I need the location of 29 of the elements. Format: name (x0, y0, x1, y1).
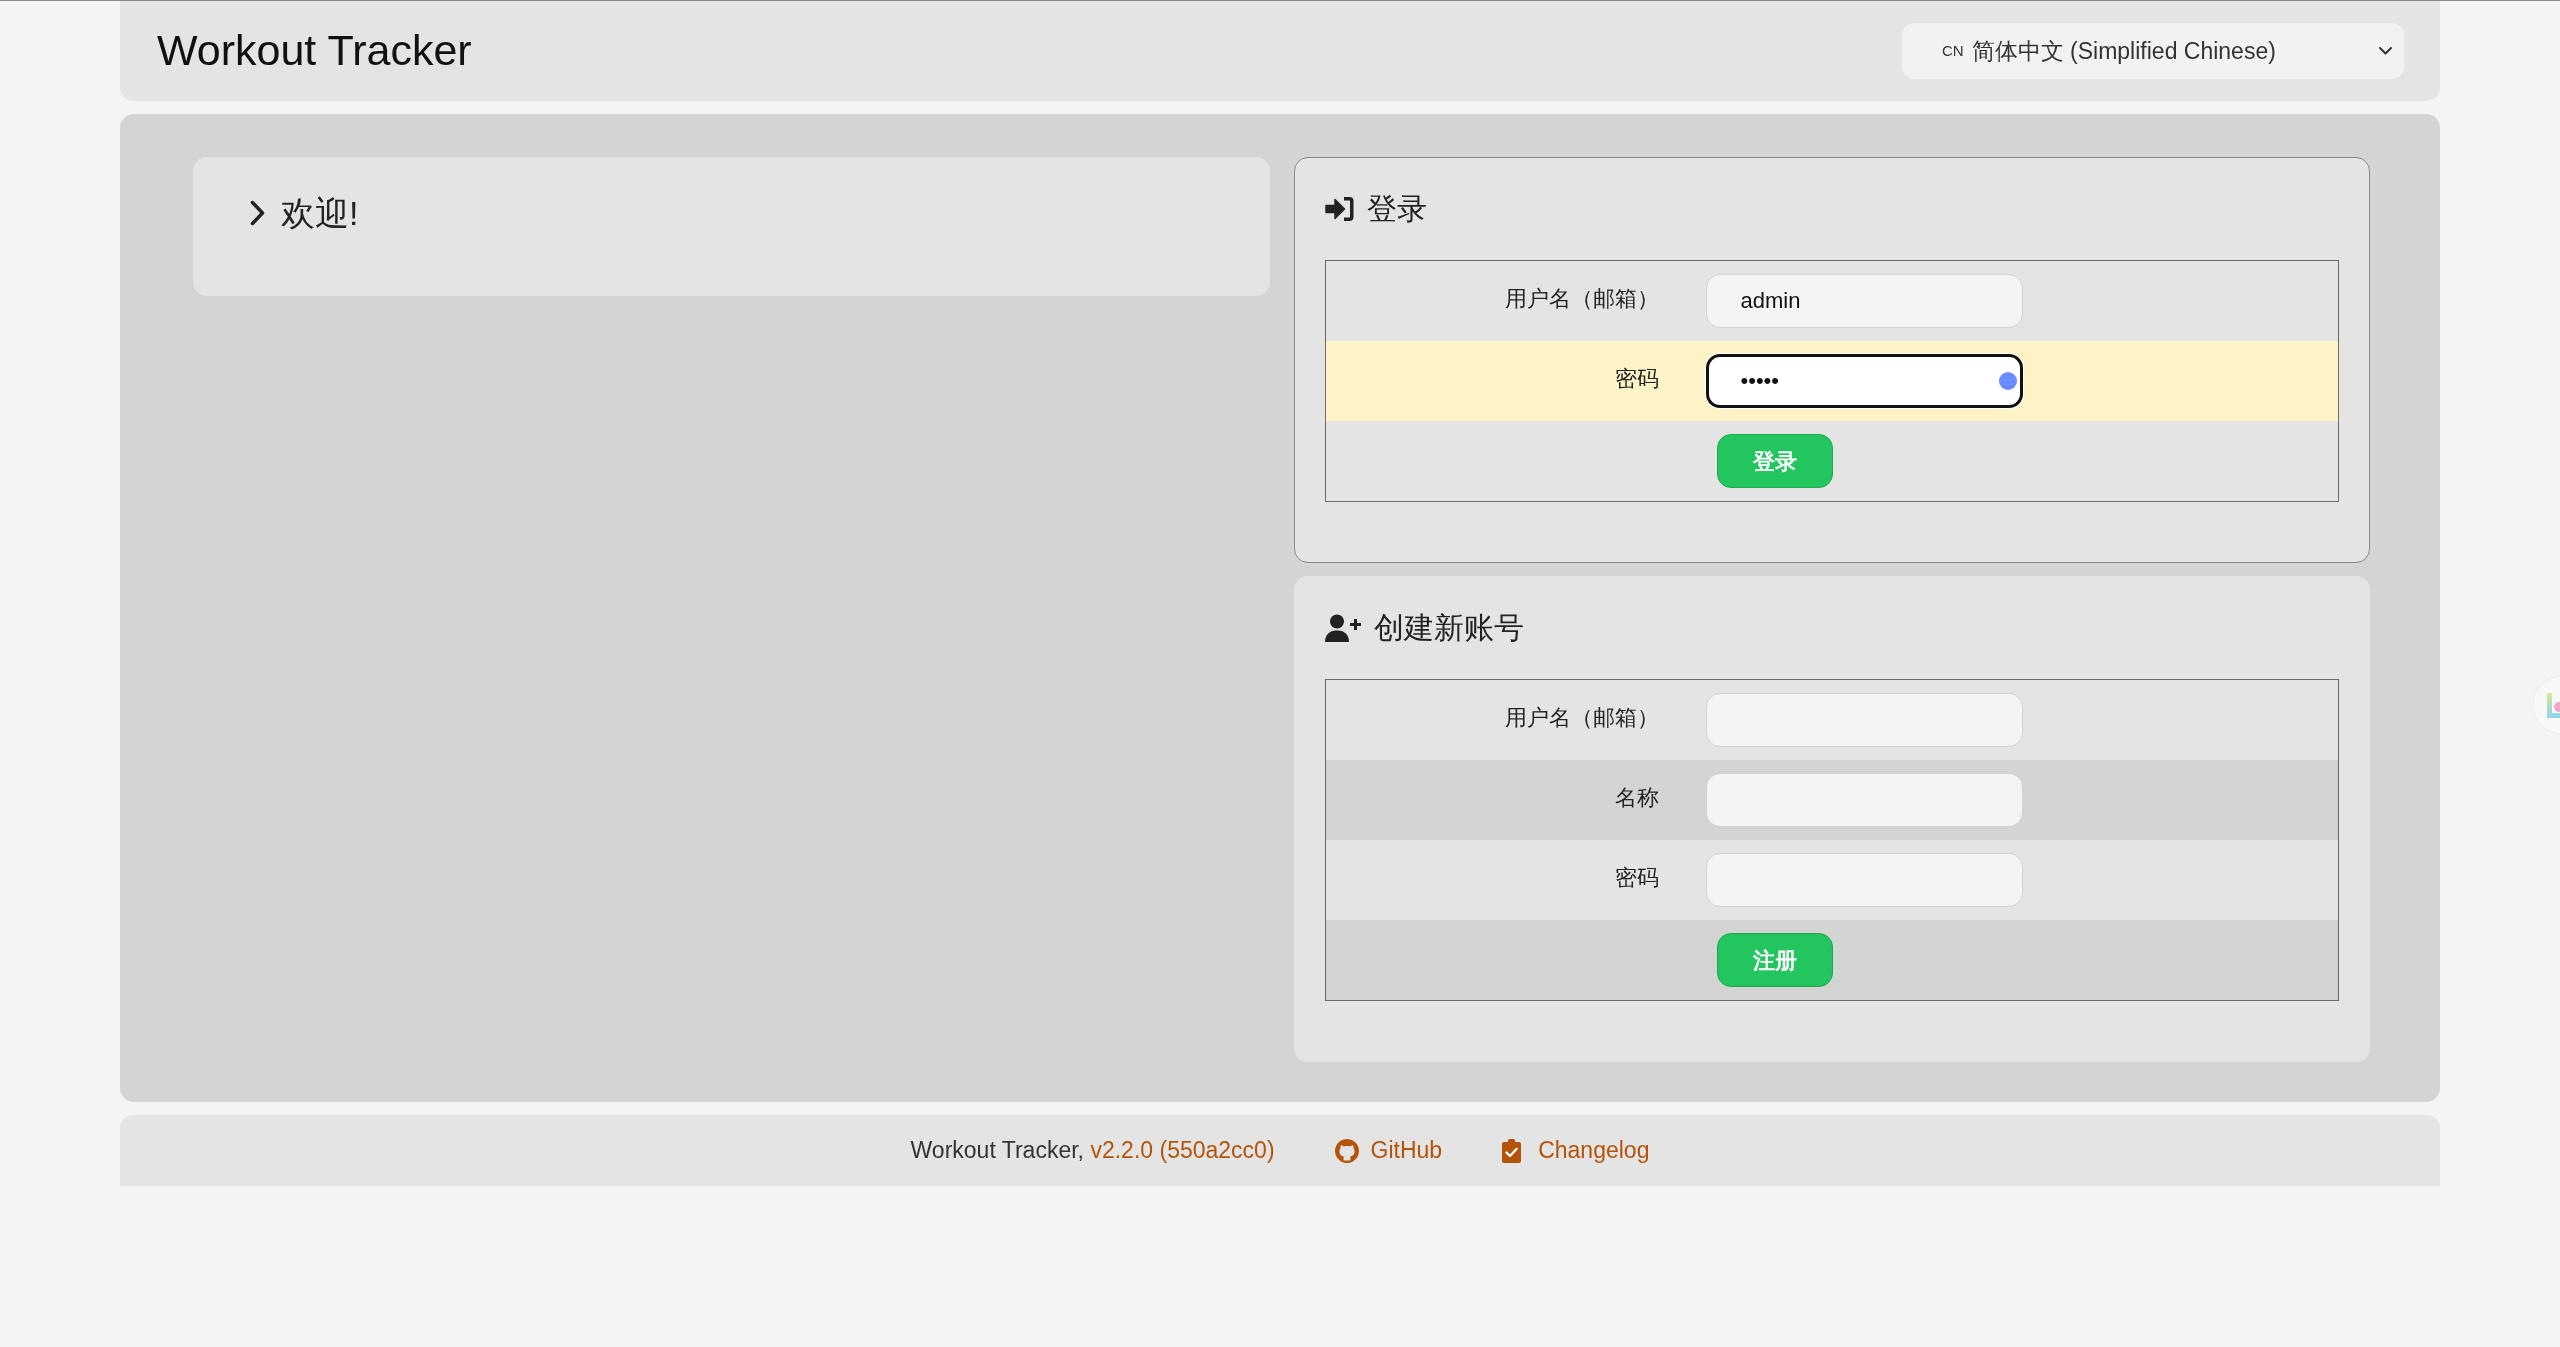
input-field[interactable] (1705, 693, 2023, 747)
register-title: 创建新账号 (1373, 610, 1524, 646)
changelog-link[interactable]: Changelog (1502, 1133, 1650, 1168)
welcome-title: 欢迎! (281, 193, 359, 233)
chevron-icon[interactable] (250, 200, 265, 226)
login-title: 登录 (1366, 191, 1427, 227)
input-field[interactable]: ••••• (1705, 354, 2023, 408)
field-label: 用户名（邮箱） (1504, 703, 1660, 732)
github-icon (1334, 1138, 1359, 1163)
language-select[interactable]: CN 简体中文 (Simplified Chinese) (1902, 23, 2404, 79)
github-link[interactable]: GitHub (1334, 1133, 1443, 1168)
caret-icon (2379, 47, 2392, 55)
login-button[interactable]: 登录 (1716, 434, 1833, 488)
footer-text: Workout Tracker, (910, 1136, 1084, 1166)
input-field[interactable] (1705, 853, 2023, 907)
app-title: Workout Tracker (157, 27, 472, 75)
field-label: 名称 (1614, 783, 1660, 812)
dot-icon[interactable] (1998, 372, 2017, 390)
version-link[interactable]: v2.2.0 (550a2cc0) (1090, 1133, 1275, 1168)
field-label: 用户名（邮箱） (1504, 284, 1660, 313)
input-field[interactable]: admin (1705, 274, 2023, 328)
field-label: 密码 (1614, 863, 1660, 892)
user-plus-icon (1324, 613, 1362, 643)
input-field[interactable] (1705, 773, 2023, 827)
sign-in-icon (1324, 195, 1355, 223)
floating-widget-icon[interactable] (2532, 675, 2560, 735)
clipboard-check-icon (1502, 1138, 1522, 1163)
register-button[interactable]: 注册 (1716, 933, 1833, 987)
field-label: 密码 (1614, 364, 1660, 393)
